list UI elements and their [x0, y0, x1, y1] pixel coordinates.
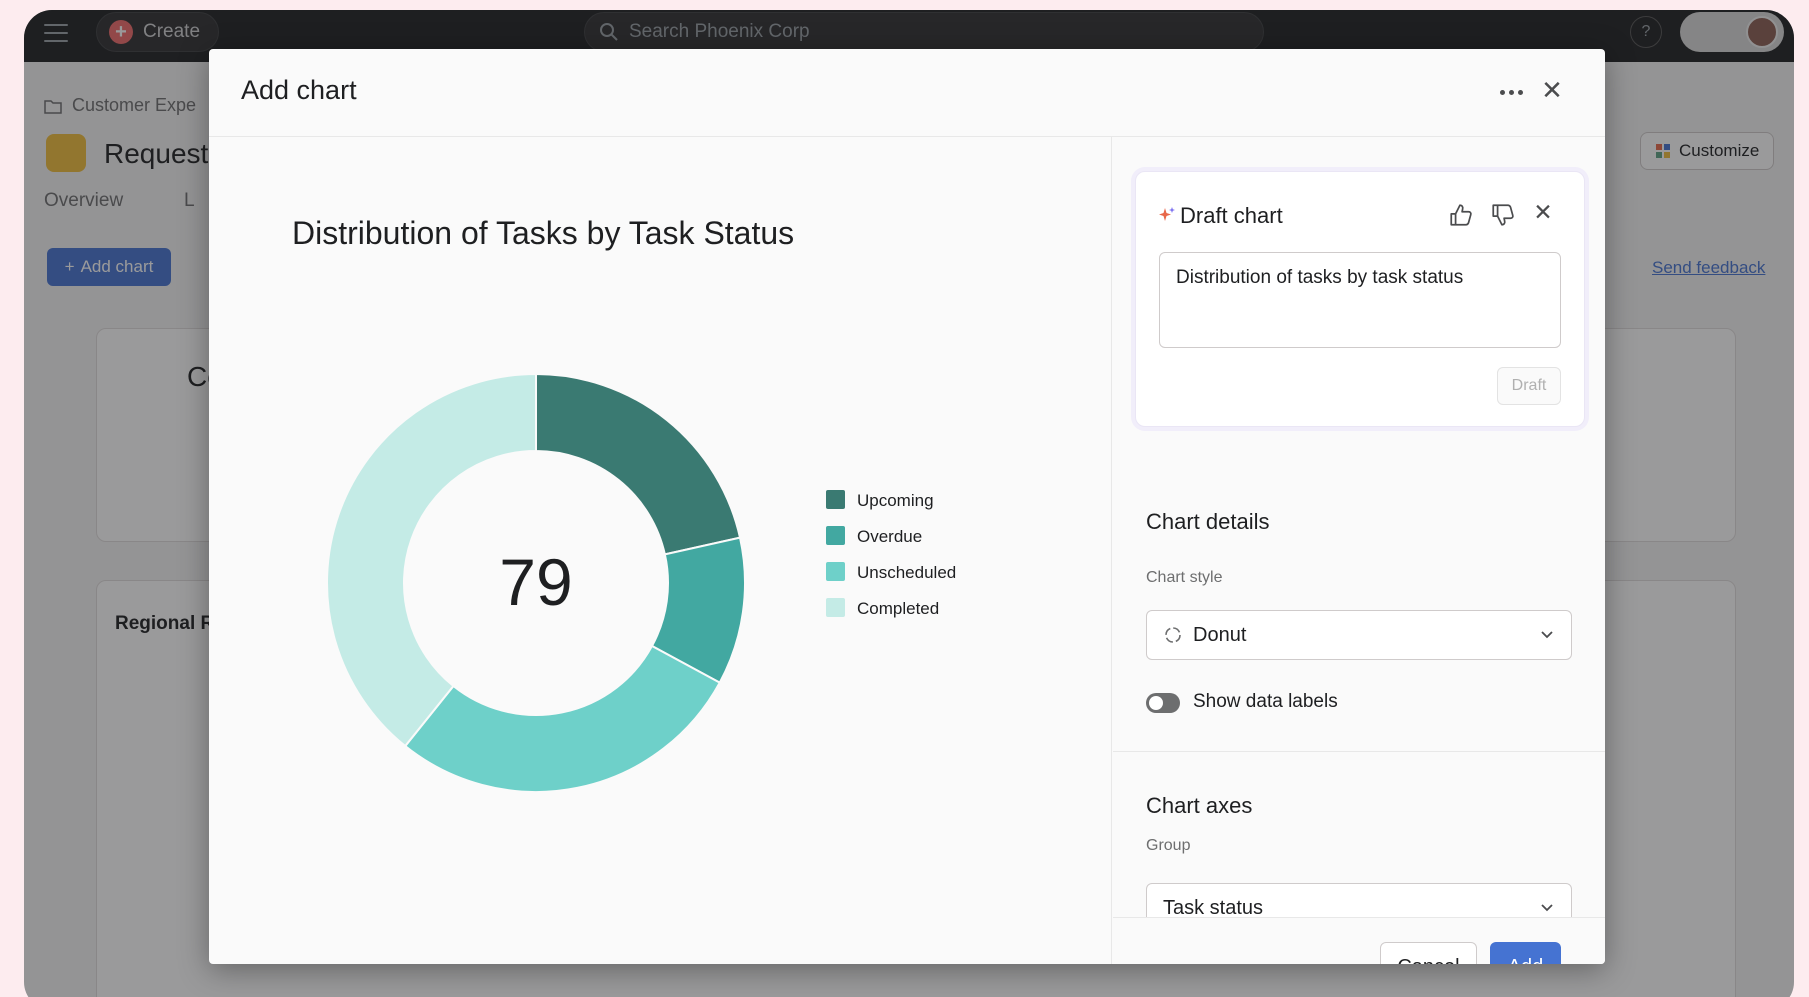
toggle-knob	[1149, 696, 1163, 710]
draft-chart-title: Draft chart	[1180, 203, 1283, 228]
legend-item-overdue: Overdue	[826, 526, 922, 546]
dialog-header: Add chart ✕	[209, 49, 1605, 137]
donut-slice-upcoming[interactable]	[535, 372, 742, 556]
show-data-labels-toggle[interactable]	[1146, 693, 1180, 713]
chart-axes-heading: Chart axes	[1146, 793, 1253, 818]
legend-swatch	[826, 490, 845, 509]
legend-label: Unscheduled	[857, 563, 956, 582]
draft-chart-card: Draft chart ✕ Distribution of tasks by t…	[1135, 171, 1585, 427]
draft-button[interactable]: Draft	[1497, 367, 1561, 405]
legend-label: Overdue	[857, 527, 922, 546]
donut-slice-unscheduled[interactable]	[403, 644, 722, 793]
chart-style-label: Chart style	[1146, 569, 1223, 586]
section-divider	[1113, 751, 1605, 752]
more-options-icon[interactable]	[1497, 79, 1525, 105]
legend-swatch	[826, 598, 845, 617]
chart-settings-panel: Draft chart ✕ Distribution of tasks by t…	[1113, 137, 1605, 964]
legend-item-upcoming: Upcoming	[826, 490, 934, 510]
show-data-labels-label: Show data labels	[1193, 691, 1338, 712]
thumbs-up-icon[interactable]	[1448, 202, 1474, 228]
sparkle-icon	[1159, 207, 1175, 221]
chart-preview: Distribution of Tasks by Task Status 79 U…	[209, 137, 1112, 964]
cancel-button[interactable]: Cancel	[1380, 942, 1477, 964]
chart-details-heading: Chart details	[1146, 509, 1270, 534]
legend-label: Completed	[857, 599, 939, 618]
donut-center-total: 79	[499, 545, 572, 619]
group-label: Group	[1146, 837, 1191, 854]
chart-style-value: Donut	[1193, 623, 1247, 646]
legend-label: Upcoming	[857, 491, 934, 510]
add-button[interactable]: Add	[1490, 942, 1561, 964]
legend-swatch	[826, 526, 845, 545]
legend-item-completed: Completed	[826, 598, 939, 618]
dialog-footer: Cancel Add	[1113, 917, 1605, 964]
legend-swatch	[826, 562, 845, 581]
dialog-title: Add chart	[241, 75, 357, 105]
donut-icon	[1165, 627, 1181, 643]
draft-prompt-input[interactable]: Distribution of tasks by task status	[1159, 252, 1561, 348]
donut-chart: 79 Upcoming Overdue Unscheduled Completed	[326, 372, 956, 793]
chevron-down-icon	[1541, 631, 1553, 639]
thumbs-down-icon[interactable]	[1490, 202, 1516, 228]
add-chart-dialog: Add chart ✕ Distribution of Tasks by Tas…	[209, 49, 1605, 964]
legend-item-unscheduled: Unscheduled	[826, 562, 956, 582]
chevron-down-icon	[1541, 904, 1553, 912]
chart-style-select[interactable]: Donut	[1146, 610, 1572, 660]
close-icon[interactable]: ✕	[1537, 75, 1567, 105]
close-icon[interactable]: ✕	[1530, 199, 1556, 225]
